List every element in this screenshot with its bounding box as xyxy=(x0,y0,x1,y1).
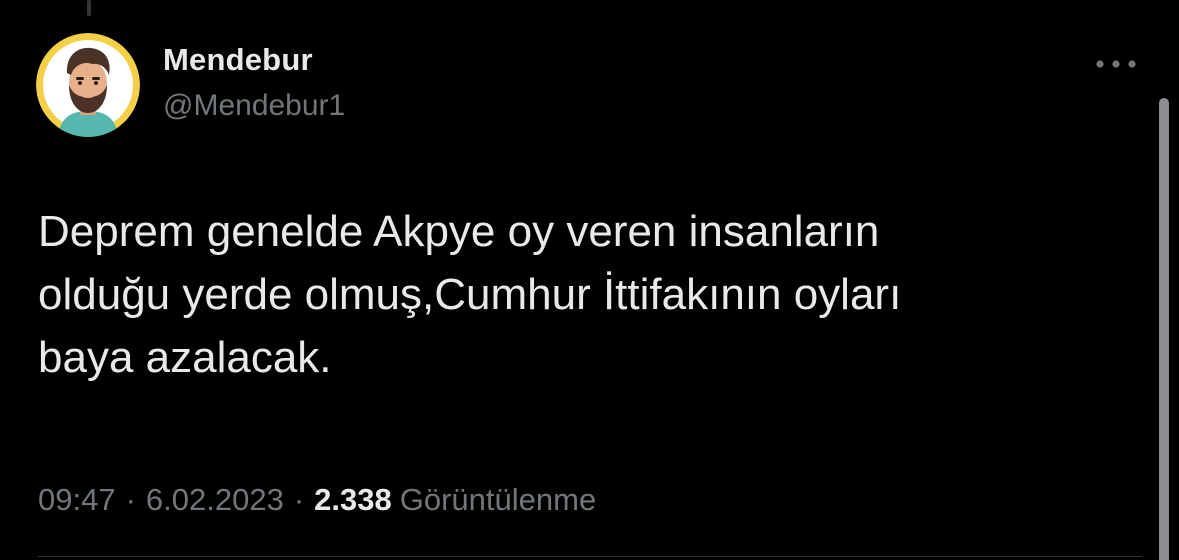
meta-separator: · xyxy=(125,482,136,517)
avatar[interactable] xyxy=(36,33,140,137)
more-options-button[interactable] xyxy=(1090,48,1142,80)
tweet-time[interactable]: 09:47 xyxy=(38,482,116,517)
scrollbar[interactable] xyxy=(1159,98,1169,560)
user-handle[interactable]: @Mendebur1 xyxy=(163,89,345,123)
views-label[interactable]: Görüntülenme xyxy=(400,482,596,517)
more-horizontal-icon xyxy=(1096,60,1136,68)
tweet-date[interactable]: 6.02.2023 xyxy=(146,482,284,517)
divider xyxy=(38,556,1142,557)
tweet-meta: 09:47 · 6.02.2023 · 2.338 Görüntülenme xyxy=(38,482,596,518)
tweet-text: Deprem genelde Akpye oy veren insanların… xyxy=(38,207,902,382)
thread-connector-line xyxy=(87,0,91,16)
meta-separator: · xyxy=(293,482,305,517)
views-count[interactable]: 2.338 xyxy=(314,482,392,517)
display-name[interactable]: Mendebur xyxy=(163,42,313,78)
avatar-image xyxy=(36,33,140,137)
